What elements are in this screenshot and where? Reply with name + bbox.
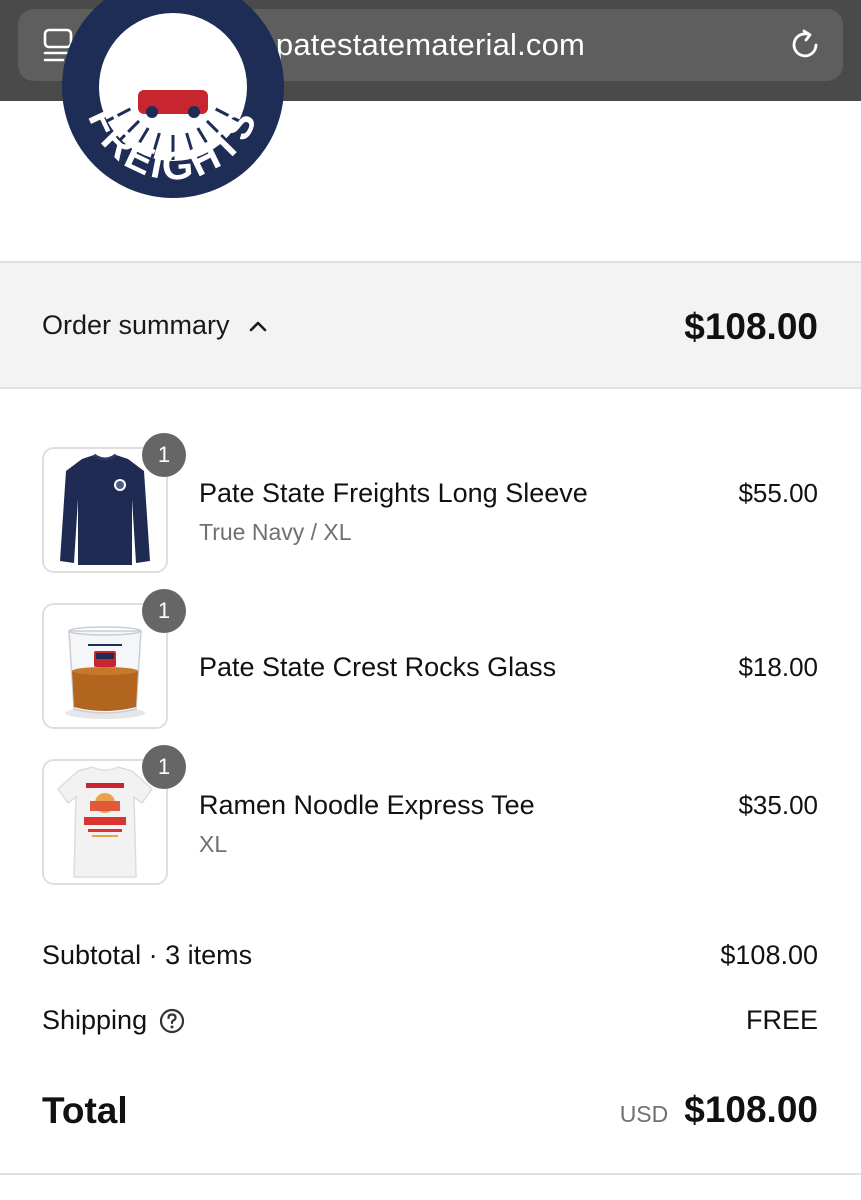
quantity-badge: 1 — [142, 589, 186, 633]
order-summary-total: $108.00 — [684, 306, 818, 347]
currency-code: USD — [619, 1101, 669, 1127]
shipping-row: Shipping — [42, 1005, 185, 1036]
store-logo[interactable]: FREIGHTS — [60, 0, 286, 200]
total-label: Total — [42, 1090, 128, 1131]
quantity-badge: 1 — [142, 745, 186, 789]
item-name: Ramen Noodle Express Tee — [199, 790, 535, 820]
item-price: $55.00 — [738, 478, 818, 508]
item-name: Pate State Crest Rocks Glass — [199, 652, 557, 682]
product-thumbnail: 1 — [42, 589, 186, 729]
item-price: $18.00 — [738, 652, 818, 682]
order-summary-header: Order summary $108.00 — [0, 261, 861, 389]
product-thumbnail: 1 — [42, 745, 186, 885]
chevron-up-icon — [249, 321, 266, 331]
order-summary-label: Order summary — [42, 310, 230, 340]
question-circle-icon[interactable] — [159, 1008, 185, 1034]
reload-icon[interactable] — [789, 28, 823, 62]
subtotal-value: $108.00 — [720, 940, 818, 970]
total-amount: USD $108.00 — [620, 1089, 818, 1131]
shipping-value: FREE — [745, 1005, 818, 1035]
item-variant: True Navy / XL — [199, 519, 352, 545]
product-thumbnail: 1 — [42, 433, 186, 573]
quantity-badge: 1 — [142, 433, 186, 477]
item-price: $35.00 — [738, 790, 818, 820]
item-variant: XL — [199, 831, 228, 857]
subtotal-label: Subtotal · 3 items — [42, 940, 253, 970]
order-summary-toggle[interactable]: Order summary — [42, 310, 268, 341]
shipping-label: Shipping — [42, 1005, 148, 1035]
item-name: Pate State Freights Long Sleeve — [199, 478, 588, 508]
total-value: $108.00 — [684, 1089, 818, 1130]
divider — [0, 1173, 861, 1175]
